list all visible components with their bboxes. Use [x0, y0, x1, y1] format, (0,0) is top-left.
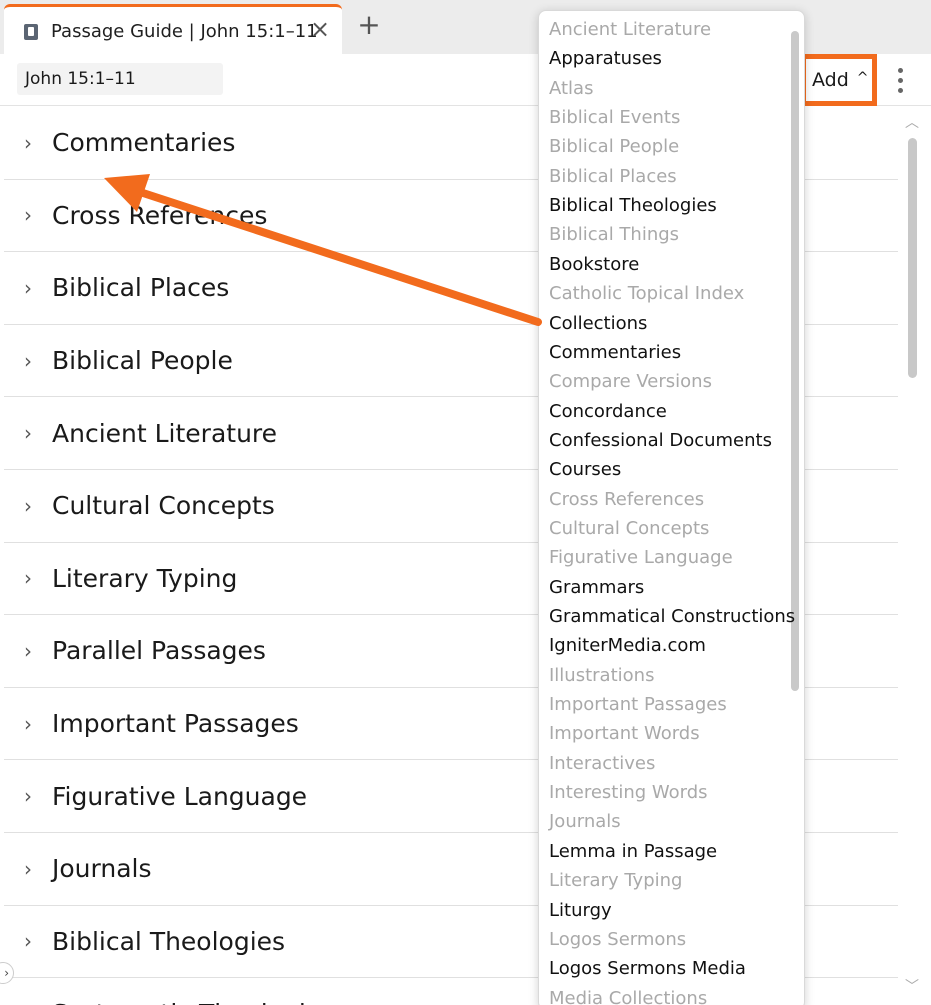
- scroll-down-icon[interactable]: ﹀: [905, 976, 919, 996]
- dropdown-item[interactable]: Collections: [549, 310, 647, 338]
- chevron-right-icon[interactable]: ›: [4, 929, 52, 953]
- dropdown-item: Biblical Places: [549, 165, 677, 187]
- section-label: Biblical Places: [52, 273, 230, 303]
- chevron-right-icon[interactable]: ›: [4, 639, 52, 663]
- dropdown-item: Figurative Language: [549, 547, 733, 569]
- new-tab-icon[interactable]: +: [356, 10, 382, 40]
- dropdown-item: Atlas: [549, 77, 594, 99]
- section-label: Cultural Concepts: [52, 491, 275, 521]
- dropdown-item: Biblical Events: [549, 107, 681, 129]
- section-label: Systematic Theologies: [52, 999, 334, 1005]
- dropdown-item[interactable]: Logos Sermons Media: [549, 955, 746, 983]
- chevron-right-icon[interactable]: ›: [4, 857, 52, 881]
- section-label: Journals: [52, 854, 152, 884]
- dropdown-item: Illustrations: [549, 664, 655, 686]
- reference-input[interactable]: John 15:1–11: [17, 63, 223, 95]
- dropdown-item[interactable]: Courses: [549, 456, 621, 484]
- section-label: Literary Typing: [52, 563, 238, 593]
- passage-guide-icon: [23, 23, 39, 41]
- dropdown-item: Logos Sermons: [549, 928, 687, 950]
- section-label: Commentaries: [52, 128, 236, 158]
- add-button-label: Add: [812, 69, 849, 91]
- section-label: Ancient Literature: [52, 418, 278, 448]
- chevron-right-icon[interactable]: ›: [4, 203, 52, 227]
- dropdown-item: Interesting Words: [549, 782, 708, 804]
- dropdown-item[interactable]: Bookstore: [549, 251, 639, 279]
- dropdown-item: Biblical Things: [549, 224, 680, 246]
- dropdown-item: Important Words: [549, 723, 700, 745]
- section-label: Parallel Passages: [52, 636, 266, 666]
- dropdown-item: Biblical People: [549, 136, 680, 158]
- dropdown-item[interactable]: Grammars: [549, 574, 644, 602]
- dropdown-item[interactable]: Commentaries: [549, 339, 681, 367]
- dropdown-item[interactable]: Concordance: [549, 398, 667, 426]
- more-options-icon[interactable]: [893, 66, 907, 94]
- section-label: Cross References: [52, 200, 268, 230]
- dropdown-item[interactable]: Lemma in Passage: [549, 838, 717, 866]
- chevron-up-icon: ^: [856, 70, 869, 86]
- scroll-up-icon[interactable]: ︿: [905, 112, 919, 132]
- section-label: Figurative Language: [52, 781, 308, 811]
- chevron-right-icon[interactable]: ›: [4, 494, 52, 518]
- dropdown-item: Interactives: [549, 752, 656, 774]
- dropdown-item: Literary Typing: [549, 870, 683, 892]
- dropdown-item: Important Passages: [549, 694, 727, 716]
- dropdown-item[interactable]: IgniterMedia.com: [549, 632, 706, 660]
- dropdown-item: Compare Versions: [549, 371, 712, 393]
- tab-passage-guide[interactable]: Passage Guide | John 15:1–11 ×: [4, 4, 342, 56]
- chevron-right-icon[interactable]: ›: [4, 421, 52, 445]
- dropdown-item[interactable]: Apparatuses: [549, 45, 662, 73]
- section-label: Biblical Theologies: [52, 926, 286, 956]
- add-button[interactable]: Add ^: [801, 54, 877, 106]
- dropdown-item[interactable]: Grammatical Constructions: [549, 603, 795, 631]
- dropdown-item: Catholic Topical Index: [549, 283, 745, 305]
- dropdown-item: Cultural Concepts: [549, 517, 710, 539]
- tab-title: Passage Guide | John 15:1–11: [51, 21, 318, 42]
- chevron-right-icon[interactable]: ›: [4, 712, 52, 736]
- dropdown-item: Cross References: [549, 488, 705, 510]
- chevron-right-icon[interactable]: ›: [4, 349, 52, 373]
- chevron-right-icon[interactable]: ›: [4, 784, 52, 808]
- chevron-right-icon[interactable]: ›: [4, 131, 52, 155]
- chevron-right-icon[interactable]: ›: [4, 276, 52, 300]
- chevron-right-icon[interactable]: ›: [4, 566, 52, 590]
- add-section-dropdown: Ancient Literature Apparatuses Atlas Biblic…: [538, 10, 805, 1005]
- section-label: Important Passages: [52, 709, 299, 739]
- close-tab-icon[interactable]: ×: [309, 17, 331, 42]
- section-label: Biblical People: [52, 346, 233, 376]
- dropdown-item[interactable]: Biblical Theologies: [549, 192, 717, 220]
- dropdown-scrollbar-thumb[interactable]: [791, 31, 799, 691]
- dropdown-item[interactable]: Liturgy: [549, 897, 612, 925]
- dropdown-item: Ancient Literature: [549, 19, 712, 40]
- dropdown-item: Journals: [549, 811, 621, 833]
- scrollbar-thumb[interactable]: [908, 138, 917, 378]
- main-scrollbar[interactable]: ︿ ﹀: [900, 108, 926, 1005]
- dropdown-item[interactable]: Confessional Documents: [549, 427, 772, 455]
- dropdown-item: Media Collections: [549, 987, 708, 1005]
